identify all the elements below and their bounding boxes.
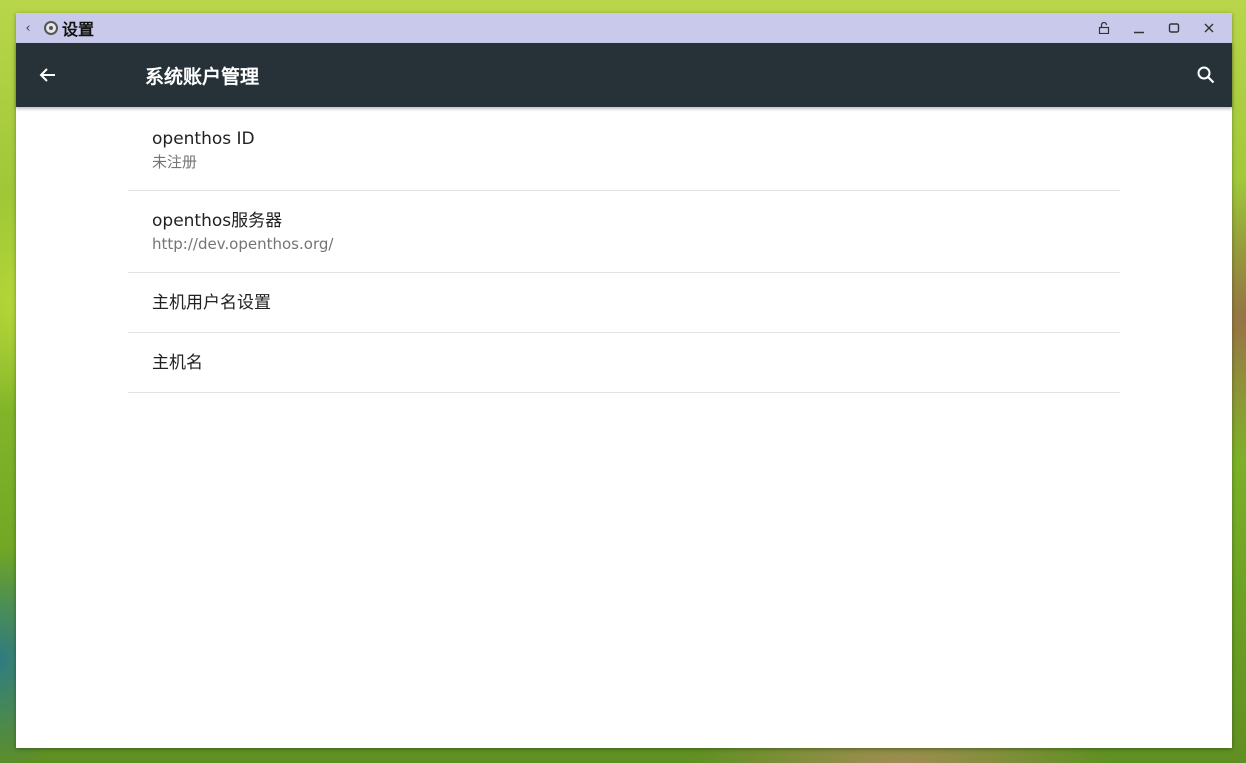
account-settings-list: openthos ID 未注册 openthos服务器 http://dev.o…	[128, 107, 1120, 393]
app-toolbar: 系统账户管理	[16, 43, 1232, 107]
openthos-server-item[interactable]: openthos服务器 http://dev.openthos.org/	[128, 191, 1120, 273]
titlebar-back-icon[interactable]: ‹	[16, 21, 40, 36]
search-icon[interactable]	[1188, 57, 1224, 93]
back-arrow-icon[interactable]	[16, 43, 80, 107]
window-titlebar[interactable]: ‹ 设置	[16, 13, 1232, 43]
settings-app-icon	[44, 21, 58, 35]
host-username-item[interactable]: 主机用户名设置	[128, 273, 1120, 333]
close-icon[interactable]	[1191, 13, 1226, 43]
openthos-id-item[interactable]: openthos ID 未注册	[128, 109, 1120, 191]
openthos-id-summary: 未注册	[152, 152, 198, 171]
openthos-server-summary: http://dev.openthos.org/	[152, 234, 334, 253]
maximize-icon[interactable]	[1156, 13, 1191, 43]
window-title: 设置	[62, 20, 95, 39]
lock-icon[interactable]	[1086, 13, 1121, 43]
host-username-title: 主机用户名设置	[152, 292, 271, 313]
hostname-title: 主机名	[152, 352, 203, 373]
settings-window: ‹ 设置 系统账户管理 openthos ID 未注册 openthos服务器 …	[16, 13, 1232, 748]
openthos-id-title: openthos ID	[152, 128, 255, 149]
openthos-server-title: openthos服务器	[152, 210, 283, 231]
page-title: 系统账户管理	[145, 65, 260, 88]
hostname-item[interactable]: 主机名	[128, 333, 1120, 393]
minimize-icon[interactable]	[1121, 13, 1156, 43]
desktop-wallpaper: ‹ 设置 系统账户管理 openthos ID 未注册 openthos服务器 …	[0, 0, 1246, 763]
window-controls	[1086, 13, 1226, 43]
